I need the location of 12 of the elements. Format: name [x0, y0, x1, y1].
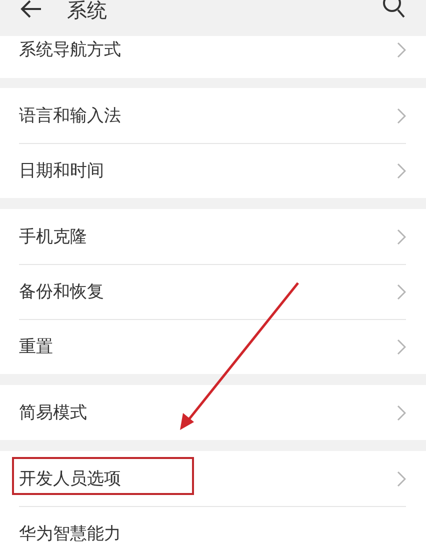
setting-label[interactable]: 重置 [19, 336, 53, 358]
setting-label[interactable]: 语言和输入法 [19, 104, 121, 126]
setting-label[interactable]: 开发人员选项 [19, 468, 121, 490]
back-icon[interactable] [20, 0, 42, 18]
setting-label[interactable]: 手机克隆 [19, 226, 87, 248]
setting-label[interactable]: 日期和时间 [19, 160, 104, 182]
setting-label[interactable]: 华为智慧能力 [19, 522, 121, 544]
setting-label[interactable]: 备份和恢复 [19, 280, 104, 302]
setting-label[interactable]: 简易模式 [19, 402, 87, 424]
setting-label[interactable]: 系统导航方式 [19, 39, 121, 61]
page-title: 系统 [67, 0, 108, 20]
search-icon[interactable] [382, 0, 406, 20]
